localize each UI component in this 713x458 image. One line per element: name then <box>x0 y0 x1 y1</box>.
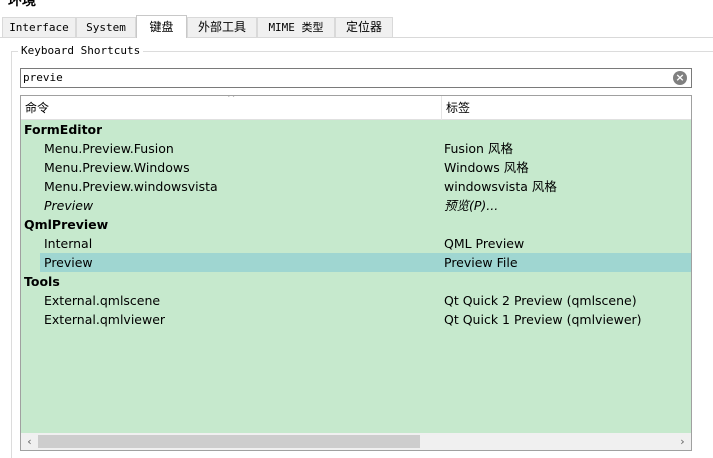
tab-bar: Interface System 键盘 外部工具 MIME 类型 定位器 <box>0 15 713 38</box>
command-cell: External.qmlviewer <box>44 312 166 327</box>
tree-row[interactable]: Menu.Preview.Fusion Fusion 风格 <box>21 139 691 158</box>
command-cell: Menu.Preview.windowsvista <box>44 179 218 194</box>
command-cell: Menu.Preview.Fusion <box>44 141 174 156</box>
tree-row[interactable]: External.qmlviewer Qt Quick 1 Preview (qm… <box>21 310 691 329</box>
filter-value: previe <box>23 71 63 84</box>
tree-row[interactable]: Menu.Preview.windowsvista windowsvista 风格 <box>21 177 691 196</box>
filter-input[interactable]: previe × <box>20 68 692 88</box>
horizontal-scrollbar[interactable]: ‹ › <box>21 433 691 450</box>
command-cell: Preview <box>44 198 94 213</box>
command-cell: Preview <box>44 255 93 270</box>
scroll-right-arrow-icon[interactable]: › <box>674 433 691 450</box>
label-cell: windowsvista 风格 <box>444 179 557 194</box>
label-cell: Preview File <box>444 255 518 270</box>
label-cell: Qt Quick 2 Preview (qmlscene) <box>444 293 637 308</box>
shortcuts-tree[interactable]: 命令 ^ 标签 FormEditor Menu.Preview.Fusion Fus… <box>20 95 692 451</box>
command-cell: Menu.Preview.Windows <box>44 160 190 175</box>
clear-icon[interactable]: × <box>673 71 687 85</box>
window-title: 环境 <box>8 0 36 9</box>
command-cell: FormEditor <box>24 122 103 137</box>
sort-ascending-icon: ^ <box>227 95 236 104</box>
tab-locator[interactable]: 定位器 <box>335 17 393 38</box>
tree-row[interactable]: Internal QML Preview <box>21 234 691 253</box>
label-cell: Qt Quick 1 Preview (qmlviewer) <box>444 312 642 327</box>
scroll-left-arrow-icon[interactable]: ‹ <box>21 433 38 450</box>
command-cell: QmlPreview <box>24 217 109 232</box>
column-header-command[interactable]: 命令 ^ <box>21 96 441 120</box>
scrollbar-thumb[interactable] <box>38 435 420 448</box>
column-header-label[interactable]: 标签 <box>441 96 691 120</box>
group-title: Keyboard Shortcuts <box>18 44 144 58</box>
label-cell: Windows 风格 <box>444 160 529 175</box>
tab-pane-border <box>0 37 713 38</box>
tab-system[interactable]: System <box>76 17 136 38</box>
tab-interface[interactable]: Interface <box>2 17 76 38</box>
command-cell: Internal <box>44 236 93 251</box>
label-cell: QML Preview <box>444 236 525 251</box>
tab-keyboard[interactable]: 键盘 <box>136 15 187 38</box>
label-cell: Fusion 风格 <box>444 141 513 156</box>
tree-row[interactable]: Preview Preview File <box>21 253 691 272</box>
command-cell: Tools <box>24 274 60 289</box>
column-command-label: 命令 <box>25 101 50 115</box>
tab-mime-types[interactable]: MIME 类型 <box>257 17 335 38</box>
tree-header: 命令 ^ 标签 <box>21 96 691 120</box>
command-cell: External.qmlscene <box>44 293 161 308</box>
tree-row[interactable]: External.qmlscene Qt Quick 2 Preview (qml… <box>21 291 691 310</box>
tab-external-tools[interactable]: 外部工具 <box>187 17 257 38</box>
tree-group-row[interactable]: QmlPreview <box>21 215 691 234</box>
tree-rows: FormEditor Menu.Preview.Fusion Fusion 风格 Me… <box>21 120 691 329</box>
tree-row[interactable]: Preview 预览(P)... <box>21 196 691 215</box>
tree-group-row[interactable]: Tools <box>21 272 691 291</box>
tree-group-row[interactable]: FormEditor <box>21 120 691 139</box>
label-cell: 预览(P)... <box>444 198 499 213</box>
tree-row[interactable]: Menu.Preview.Windows Windows 风格 <box>21 158 691 177</box>
